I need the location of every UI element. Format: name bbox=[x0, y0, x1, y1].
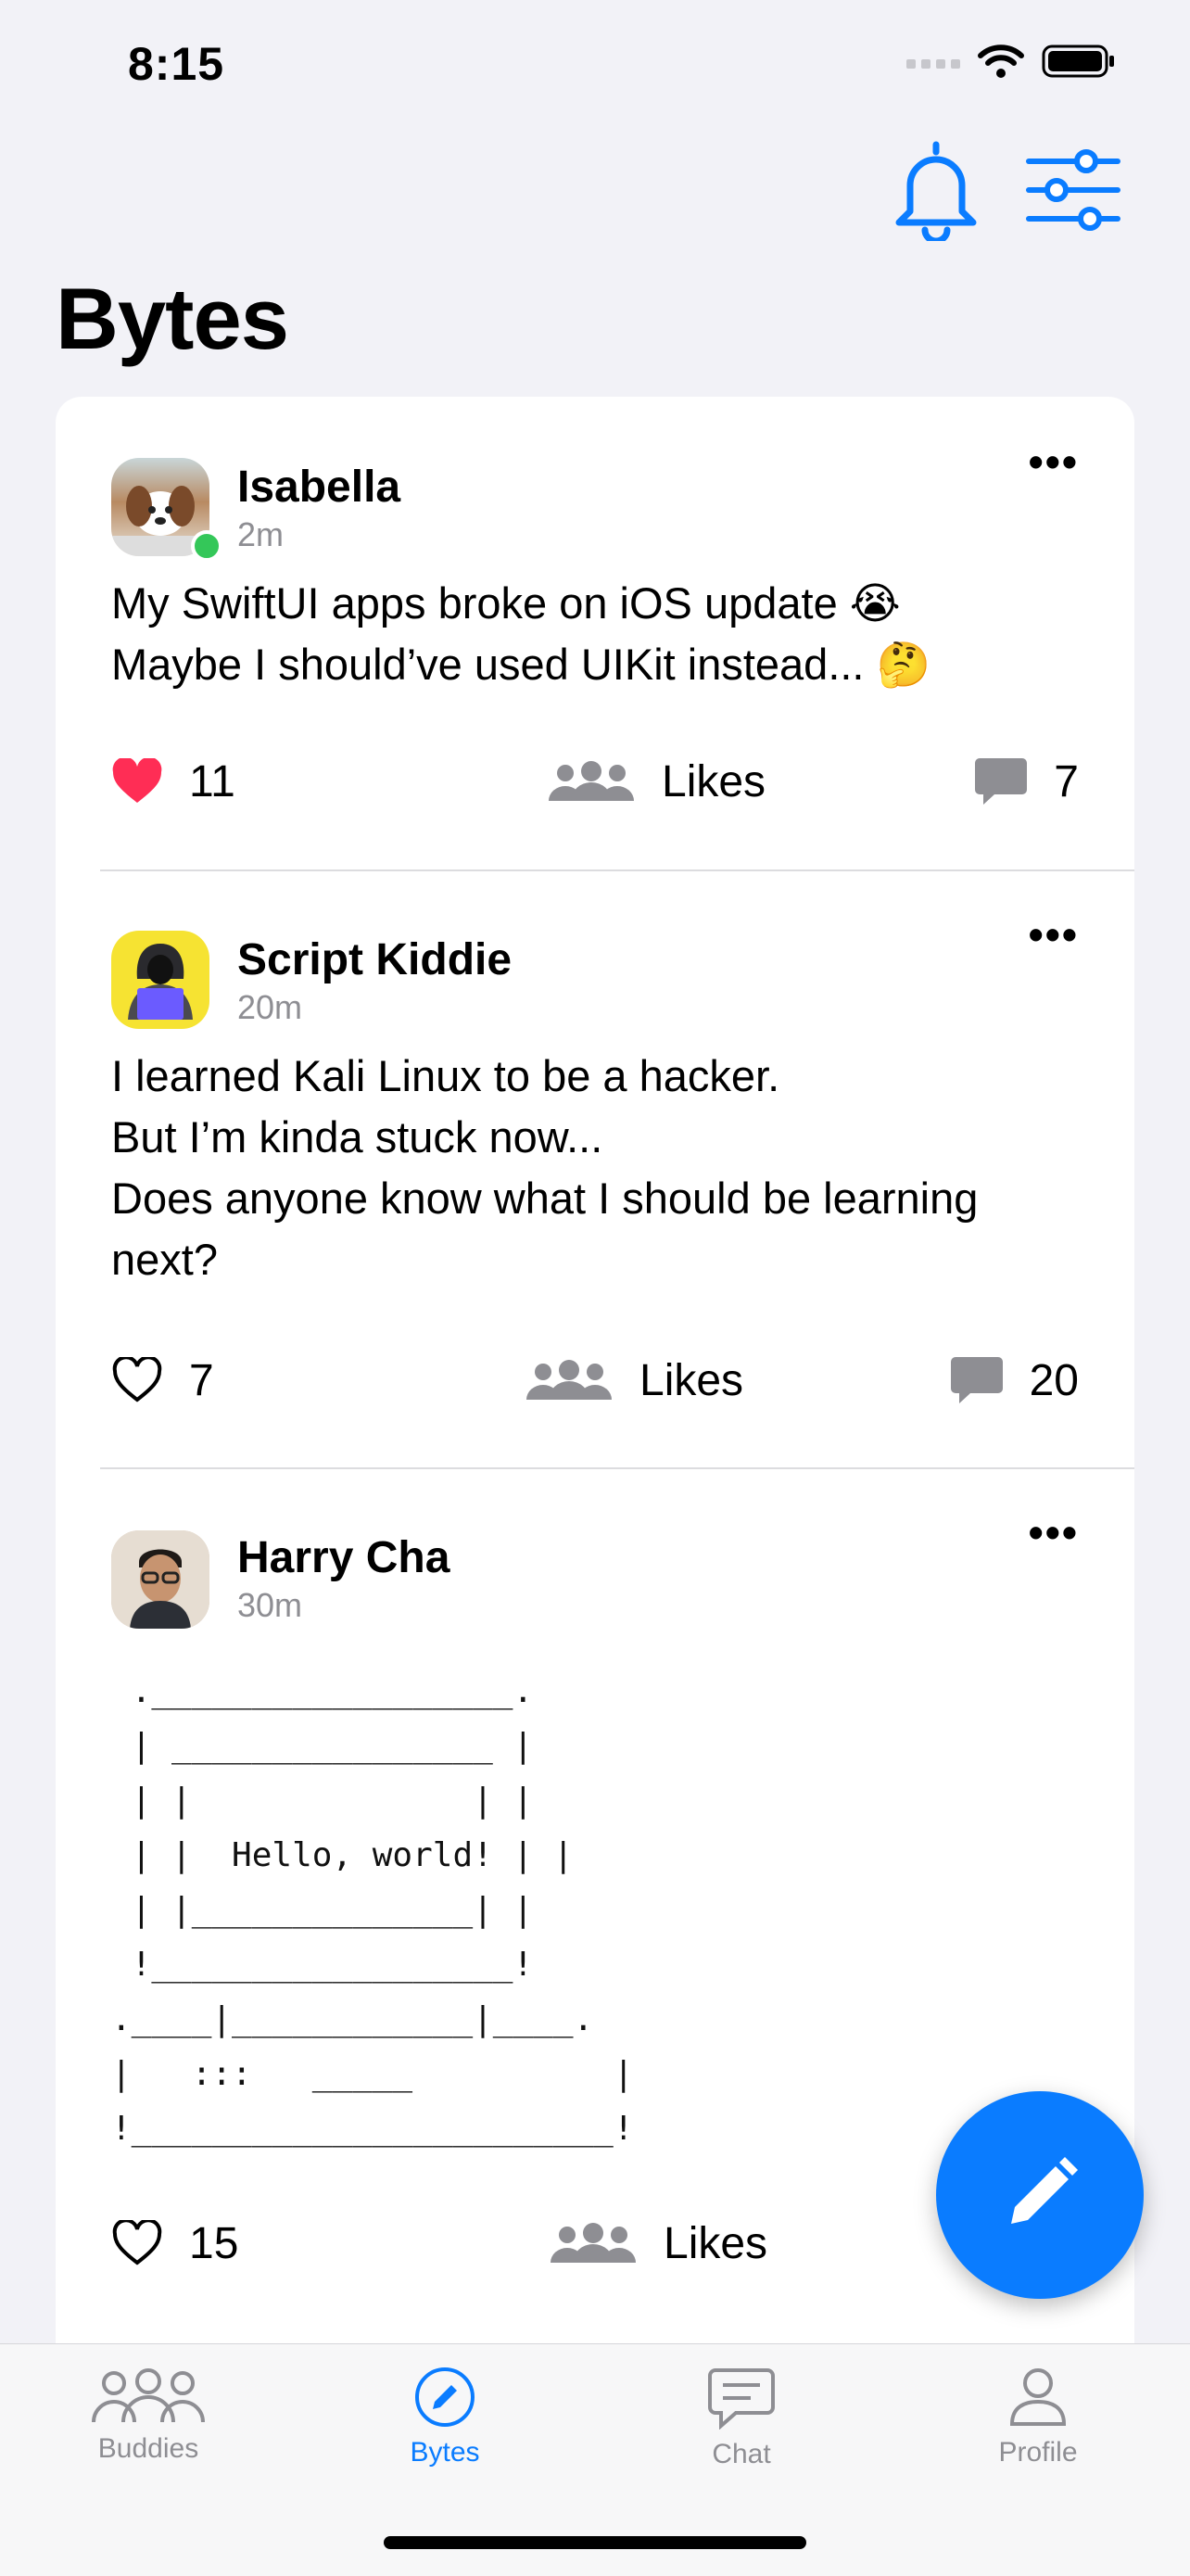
wifi-icon bbox=[978, 44, 1024, 78]
tab-label: Buddies bbox=[97, 2433, 199, 2464]
post-text: My SwiftUI apps broke on iOS update 😭 Ma… bbox=[111, 578, 931, 689]
heart-filled-icon bbox=[112, 758, 162, 803]
post-card[interactable]: Script Kiddie 20m ••• I learned Kali Lin… bbox=[56, 871, 1134, 1468]
comment-count: 7 bbox=[1054, 756, 1079, 806]
like-count: 7 bbox=[189, 1355, 214, 1405]
post-ascii-art: .__________________. | ________________ … bbox=[111, 1672, 634, 2148]
like-count: 11 bbox=[189, 756, 235, 806]
pencil-icon bbox=[1011, 2157, 1078, 2224]
person-photo bbox=[111, 1530, 209, 1629]
status-time: 8:15 bbox=[128, 38, 225, 90]
people-icon bbox=[549, 761, 634, 801]
comment-count: 20 bbox=[1029, 1355, 1079, 1405]
post-author[interactable]: Script Kiddie bbox=[237, 934, 512, 985]
comment-bubble-icon bbox=[950, 1357, 1003, 1403]
header-actions bbox=[892, 139, 1121, 241]
profile-icon bbox=[1009, 2368, 1067, 2426]
status-icons bbox=[906, 43, 1116, 80]
comments-button[interactable]: 7 bbox=[974, 749, 1079, 814]
tab-label: Chat bbox=[712, 2439, 771, 2469]
post-author[interactable]: Harry Cha bbox=[237, 1532, 449, 1583]
buddies-icon bbox=[92, 2368, 205, 2423]
tab-bytes[interactable]: Bytes bbox=[352, 2367, 538, 2468]
avatar[interactable] bbox=[111, 1530, 209, 1629]
likes-list-button[interactable]: Likes bbox=[547, 749, 766, 814]
post-author[interactable]: Isabella bbox=[237, 462, 400, 513]
avatar[interactable] bbox=[111, 931, 209, 1029]
battery-icon bbox=[1042, 44, 1114, 78]
like-button[interactable]: 7 bbox=[111, 1348, 214, 1413]
post-actions: 11 Likes 7 bbox=[111, 749, 1079, 814]
post-actions: 7 Likes 20 bbox=[111, 1348, 1079, 1413]
like-count: 15 bbox=[189, 2218, 239, 2268]
like-button[interactable]: 15 bbox=[111, 2211, 238, 2276]
post-text: I learned Kali Linux to be a hacker. But… bbox=[111, 1051, 979, 1284]
likes-label: Likes bbox=[639, 1355, 744, 1405]
bell-icon[interactable] bbox=[892, 139, 981, 241]
comments-button[interactable]: 20 bbox=[950, 1348, 1079, 1413]
home-indicator bbox=[384, 2536, 806, 2549]
more-options-button[interactable]: ••• bbox=[1029, 913, 1079, 956]
more-options-button[interactable]: ••• bbox=[1029, 440, 1079, 483]
feed-card: Isabella 2m ••• My SwiftUI apps broke on… bbox=[56, 397, 1134, 2343]
hacker-avatar bbox=[128, 944, 193, 1020]
post-time: 20m bbox=[237, 988, 303, 1026]
comment-bubble-icon bbox=[975, 758, 1028, 805]
post-card[interactable]: Isabella 2m ••• My SwiftUI apps broke on… bbox=[56, 397, 1134, 869]
signal-icon bbox=[906, 59, 960, 69]
bytes-icon bbox=[415, 2367, 475, 2427]
status-bar: 8:15 bbox=[0, 0, 1190, 130]
tab-buddies[interactable]: Buddies bbox=[56, 2367, 241, 2465]
people-icon bbox=[551, 2223, 636, 2263]
compose-button[interactable] bbox=[936, 2091, 1144, 2299]
filter-sliders-icon[interactable] bbox=[1025, 148, 1121, 232]
likes-label: Likes bbox=[664, 2218, 768, 2268]
likes-list-button[interactable]: Likes bbox=[549, 2211, 767, 2276]
tab-profile[interactable]: Profile bbox=[945, 2367, 1131, 2468]
post-time: 30m bbox=[237, 1586, 303, 1624]
chat-icon bbox=[708, 2368, 775, 2430]
page-title: Bytes bbox=[56, 270, 289, 367]
heart-outline-icon bbox=[112, 1357, 162, 1402]
likes-label: Likes bbox=[662, 756, 766, 806]
like-button[interactable]: 11 bbox=[111, 749, 235, 814]
tab-chat[interactable]: Chat bbox=[649, 2367, 834, 2470]
post-time: 2m bbox=[237, 515, 285, 553]
people-icon bbox=[526, 1360, 612, 1400]
online-indicator bbox=[191, 530, 222, 562]
tab-label: Profile bbox=[998, 2437, 1078, 2468]
heart-outline-icon bbox=[112, 2220, 162, 2265]
more-options-button[interactable]: ••• bbox=[1029, 1511, 1079, 1554]
tab-label: Bytes bbox=[410, 2437, 480, 2468]
likes-list-button[interactable]: Likes bbox=[525, 1348, 743, 1413]
post-actions: 15 Likes bbox=[111, 2211, 1079, 2276]
